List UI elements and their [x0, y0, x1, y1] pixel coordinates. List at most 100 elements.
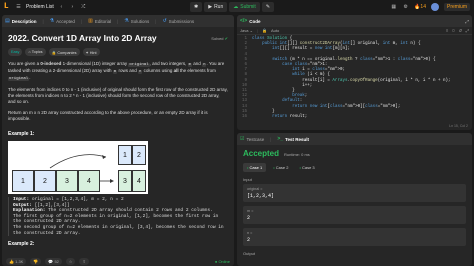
- example-1-block: Input: original = [1,2,3,4], m = 2, n = …: [8, 197, 228, 237]
- debug-button[interactable]: ✱: [190, 2, 203, 12]
- tab-label: Testcase: [246, 136, 265, 142]
- field-value: [1,2,3,4]: [247, 193, 275, 199]
- case-tab-2[interactable]: • Case 2: [269, 163, 292, 172]
- problem-list-link[interactable]: Problem List: [26, 4, 54, 10]
- case-tab-3[interactable]: • Case 3: [295, 163, 318, 172]
- input-label: Input: [243, 177, 252, 182]
- tab-label: Accepted: [56, 18, 75, 24]
- leetcode-logo[interactable]: ᒪ: [4, 3, 11, 11]
- streak-counter[interactable]: 🔥14: [414, 4, 426, 10]
- input-field-m: m = 2: [243, 206, 466, 224]
- example-diagram: 1 2 3 4 1 2 3 4: [8, 141, 148, 194]
- topics-chip[interactable]: ⌂ Topics: [25, 48, 46, 56]
- lightbulb-icon: ✦: [85, 50, 89, 55]
- mode-label[interactable]: Auto: [271, 28, 279, 33]
- code-editor[interactable]: 1 class Solution {2 public int[][] constr…: [237, 35, 472, 120]
- label: Output:: [13, 202, 32, 208]
- result-status: Accepted Runtime: 0 ms: [243, 149, 466, 158]
- code-line[interactable]: 16 return result;: [237, 115, 472, 120]
- tab-solutions[interactable]: ⚗ Solutions: [124, 18, 149, 24]
- checkbox-icon: ☑: [240, 136, 245, 142]
- comments-button[interactable]: 💬 52: [45, 258, 62, 265]
- play-icon: ▶: [208, 4, 213, 10]
- companies-chip[interactable]: 🔒 Companies: [48, 48, 80, 56]
- prev-problem-icon[interactable]: ‹: [58, 4, 65, 11]
- accepted-label: Accepted: [243, 149, 280, 158]
- tab-divider: |: [117, 18, 119, 24]
- input-field-original: original = [1,2,3,4]: [243, 184, 466, 202]
- cursor-position: Ln 15, Col 2: [449, 124, 468, 128]
- solved-label: Solved: [211, 35, 224, 41]
- code-tabs: </> Code ⤢: [237, 15, 472, 27]
- tag-icon: ⌂: [28, 49, 31, 54]
- field-value: 2: [247, 215, 251, 221]
- reset-icon[interactable]: ↺: [458, 28, 461, 33]
- language-label: Java: [240, 28, 249, 33]
- problem-title: 2022. Convert 1D Array Into 2D Array: [8, 33, 157, 43]
- tab-label: Code: [249, 18, 261, 24]
- dislike-button[interactable]: 👎: [30, 258, 42, 265]
- description-paragraph-3: Return an m x n 2D array constructed acc…: [8, 110, 208, 121]
- field-name: m =: [247, 209, 254, 213]
- code-panel: </> Code ⤢ Java ⌄ | 🔒 Auto ≡ ⌑ ↺ ⤢ 1 class…: [237, 15, 472, 130]
- tab-submissions[interactable]: ↺ Submissions: [162, 18, 194, 24]
- comment-count: 52: [54, 259, 59, 264]
- tab-editorial[interactable]: ▥ Editorial: [88, 18, 111, 24]
- code-text: return result;: [272, 115, 308, 120]
- tab-label: Test Result: [285, 136, 310, 142]
- value: original = [1,2,3,4], m = 2, n = 2: [29, 197, 124, 202]
- tab-divider: |: [155, 18, 157, 24]
- bookmark-icon[interactable]: ⌑: [452, 28, 454, 33]
- favorite-button[interactable]: ☆: [65, 258, 76, 265]
- like-button[interactable]: 👍 1.3K: [6, 258, 27, 265]
- maximize-icon[interactable]: ⤢: [465, 19, 469, 24]
- example-explanation: Explanation: The constructed 2D array sh…: [13, 208, 228, 214]
- text: 1-dimensional (1D) integer array: [61, 61, 129, 66]
- inline-code: original: [8, 77, 30, 81]
- output-cell: 1: [118, 145, 132, 165]
- tab-code[interactable]: </> Code: [240, 18, 260, 24]
- expand-icon[interactable]: ⤢: [466, 28, 469, 33]
- toolbar-divider: |: [256, 28, 258, 33]
- text: , and two integers,: [149, 61, 188, 66]
- format-icon[interactable]: ≡: [446, 28, 448, 33]
- layout-icon[interactable]: ▦: [390, 4, 397, 11]
- upload-icon: ☁: [233, 4, 239, 10]
- terminal-icon: >_: [277, 136, 284, 142]
- tab-label: Description: [11, 18, 37, 24]
- tab-testcase[interactable]: ☑ Testcase: [240, 136, 264, 142]
- bug-icon: ✱: [194, 4, 199, 10]
- list-icon[interactable]: ☰: [15, 4, 22, 11]
- premium-button[interactable]: Premium: [443, 3, 470, 11]
- tab-description[interactable]: ▤ Description: [5, 18, 37, 24]
- next-problem-icon[interactable]: ›: [69, 4, 76, 11]
- output-cell: 3: [118, 170, 132, 192]
- value: The constructed 2D array should contain …: [45, 208, 213, 214]
- tab-divider: |: [42, 18, 44, 24]
- shuffle-icon[interactable]: ⤮: [80, 4, 87, 11]
- settings-icon[interactable]: ⚙: [402, 4, 409, 11]
- text: 0-indexed: [40, 61, 62, 66]
- top-bar: ᒪ ☰ Problem List ‹ › ⤮ ✱ ▶ Run ☁ Submit ✎ …: [0, 0, 474, 14]
- chevron-down-icon: ⌄: [249, 28, 253, 33]
- chip-label: Companies: [57, 50, 77, 55]
- output-label: Output: [243, 251, 256, 256]
- share-button[interactable]: ⇪: [79, 258, 89, 265]
- submit-label: Submit: [240, 4, 256, 10]
- input-cell: 3: [56, 170, 78, 192]
- hint-chip[interactable]: ✦ Hint: [82, 48, 100, 56]
- avatar[interactable]: [430, 3, 439, 11]
- case-tab-1[interactable]: • Case 1: [243, 163, 267, 172]
- tab-test-result[interactable]: >_ Test Result: [277, 136, 309, 142]
- description-paragraph-2: The elements from indices 0 to n - 1 (in…: [8, 87, 228, 104]
- description-tabs: ▤ Description | ⚗ Accepted | ▥ Editorial | …: [2, 15, 234, 27]
- notes-button[interactable]: ✎: [261, 2, 275, 12]
- input-cell: 2: [34, 170, 56, 192]
- submit-button[interactable]: ☁ Submit: [229, 2, 260, 12]
- input-field-n: n = 2: [243, 228, 466, 246]
- code-toolbar: Java ⌄ | 🔒 Auto ≡ ⌑ ↺ ⤢: [237, 27, 472, 35]
- tab-accepted[interactable]: ⚗ Accepted: [50, 18, 75, 24]
- value: [[1,2],[3,4]]: [31, 202, 70, 208]
- language-select[interactable]: Java ⌄: [240, 28, 253, 33]
- run-button[interactable]: ▶ Run: [204, 2, 228, 12]
